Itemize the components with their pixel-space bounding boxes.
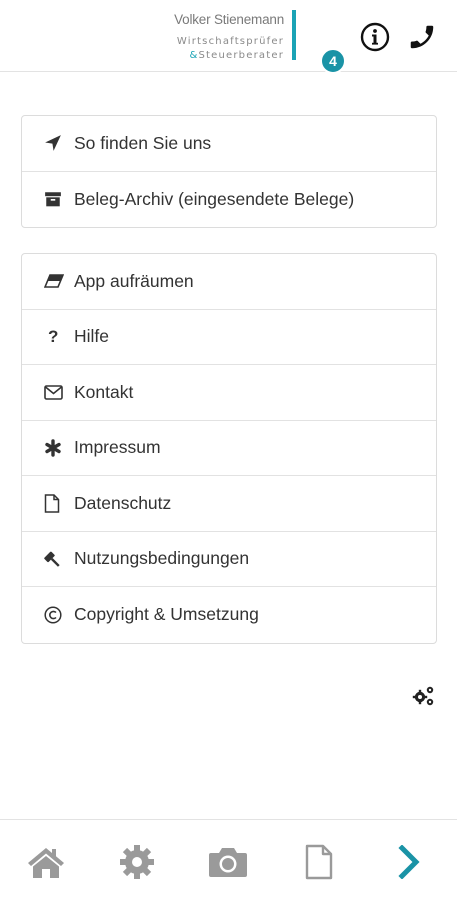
menu-item-kontakt[interactable]: Kontakt (22, 365, 436, 421)
bottom-tab-bar (0, 819, 457, 900)
tab-camera[interactable] (206, 840, 250, 884)
menu-item-label: Beleg-Archiv (eingesendete Belege) (74, 188, 355, 209)
menu-item-label: Copyright & Umsetzung (74, 604, 259, 625)
logo-name: Volker Stienemann (174, 12, 284, 27)
file-icon (44, 492, 66, 514)
cogs-icon (412, 686, 434, 706)
tab-next[interactable] (388, 840, 432, 884)
phone-button[interactable] (405, 20, 439, 54)
gavel-icon (44, 548, 66, 570)
archive-icon (44, 188, 66, 210)
advanced-settings-button[interactable] (410, 682, 438, 710)
eraser-icon (44, 270, 66, 292)
menu-item-hilfe[interactable]: ? Hilfe (22, 310, 436, 365)
logo-accent-bar (292, 10, 296, 60)
app-header: Volker Stienemann Wirtschaftsprüfer &Ste… (0, 0, 457, 72)
menu-item-nutzungsbedingungen[interactable]: Nutzungsbedingungen (22, 532, 436, 587)
copyright-icon (44, 604, 66, 626)
menu-item-label: Impressum (74, 437, 161, 458)
chevron-right-icon (398, 845, 420, 879)
envelope-icon (44, 381, 66, 403)
menu-item-label: So finden Sie uns (74, 132, 212, 153)
home-icon (28, 848, 64, 878)
menu-card-location-archive: So finden Sie uns Beleg-Archiv (eingesen… (21, 115, 437, 228)
company-logo: Volker Stienemann Wirtschaftsprüfer &Ste… (160, 8, 300, 64)
logo-line-2: &Steuerberater (189, 50, 284, 61)
tab-home[interactable] (24, 840, 68, 884)
tab-settings[interactable] (115, 840, 159, 884)
camera-icon (209, 848, 247, 877)
logo-line-2-text: Steuerberater (198, 50, 284, 61)
menu-item-impressum[interactable]: Impressum (22, 421, 436, 476)
menu-card-app-info: App aufräumen ? Hilfe Kontakt Impressum … (21, 253, 437, 644)
info-button[interactable] (358, 20, 392, 54)
menu-item-datenschutz[interactable]: Datenschutz (22, 476, 436, 532)
menu-item-so-finden-sie-uns[interactable]: So finden Sie uns (22, 116, 436, 172)
gear-icon (120, 845, 154, 879)
asterisk-icon (44, 437, 66, 459)
location-arrow-icon (44, 132, 66, 154)
info-circle-icon (360, 22, 390, 52)
question-icon: ? (48, 326, 59, 346)
document-icon (305, 844, 333, 880)
logo-line-1: Wirtschaftsprüfer (176, 36, 284, 47)
menu-item-label: App aufräumen (74, 270, 194, 291)
menu-item-beleg-archiv[interactable]: Beleg-Archiv (eingesendete Belege) (22, 172, 436, 228)
menu-item-label: Kontakt (74, 381, 134, 402)
documents-count-badge: 4 (320, 48, 346, 74)
menu-item-label: Datenschutz (74, 492, 172, 513)
tab-documents[interactable] (297, 840, 341, 884)
menu-item-label: Nutzungsbedingungen (74, 548, 250, 569)
phone-icon (410, 25, 434, 49)
menu-item-label: Hilfe (74, 326, 110, 347)
menu-item-copyright[interactable]: Copyright & Umsetzung (22, 587, 436, 643)
menu-item-app-aufraeumen[interactable]: App aufräumen (22, 254, 436, 310)
